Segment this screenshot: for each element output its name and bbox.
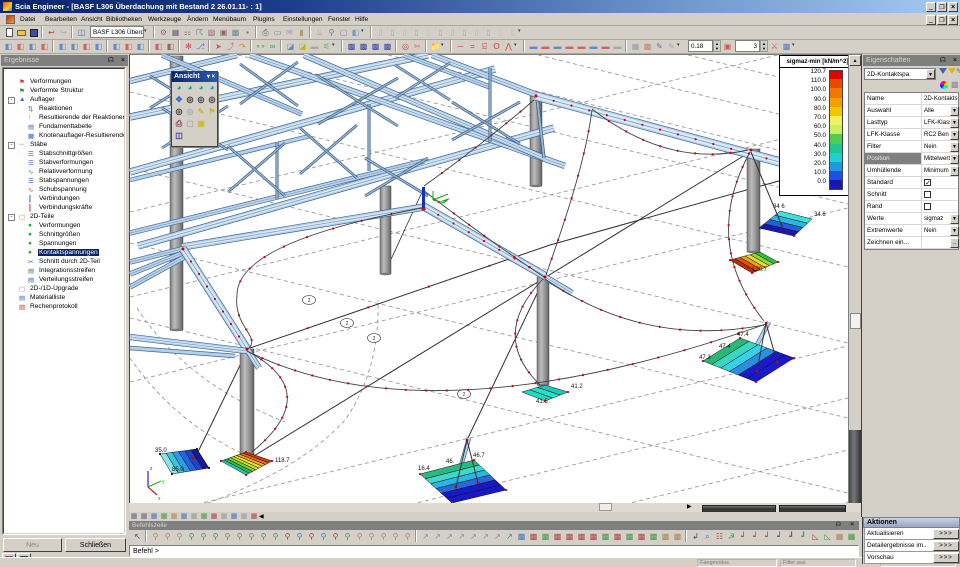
svg-text:46.7: 46.7 <box>473 453 485 459</box>
svg-text:16.4: 16.4 <box>418 466 430 472</box>
svg-text:46.: 46. <box>446 459 455 465</box>
svg-text:2: 2 <box>373 336 376 342</box>
svg-text:41.5: 41.5 <box>536 399 548 405</box>
svg-text:34.6: 34.6 <box>814 212 826 218</box>
svg-text:2: 2 <box>463 392 466 398</box>
svg-text:47.4: 47.4 <box>737 332 749 338</box>
svg-text:35.0: 35.0 <box>155 448 167 454</box>
svg-text:85.0: 85.0 <box>172 467 184 473</box>
svg-text:120.7: 120.7 <box>752 267 768 273</box>
svg-text:118.7: 118.7 <box>275 458 290 464</box>
svg-text:47.3: 47.3 <box>699 355 711 361</box>
svg-text:41.2: 41.2 <box>571 384 583 390</box>
svg-text:2: 2 <box>346 321 349 327</box>
svg-text:47.4: 47.4 <box>719 344 731 350</box>
svg-text:2: 2 <box>308 298 311 304</box>
